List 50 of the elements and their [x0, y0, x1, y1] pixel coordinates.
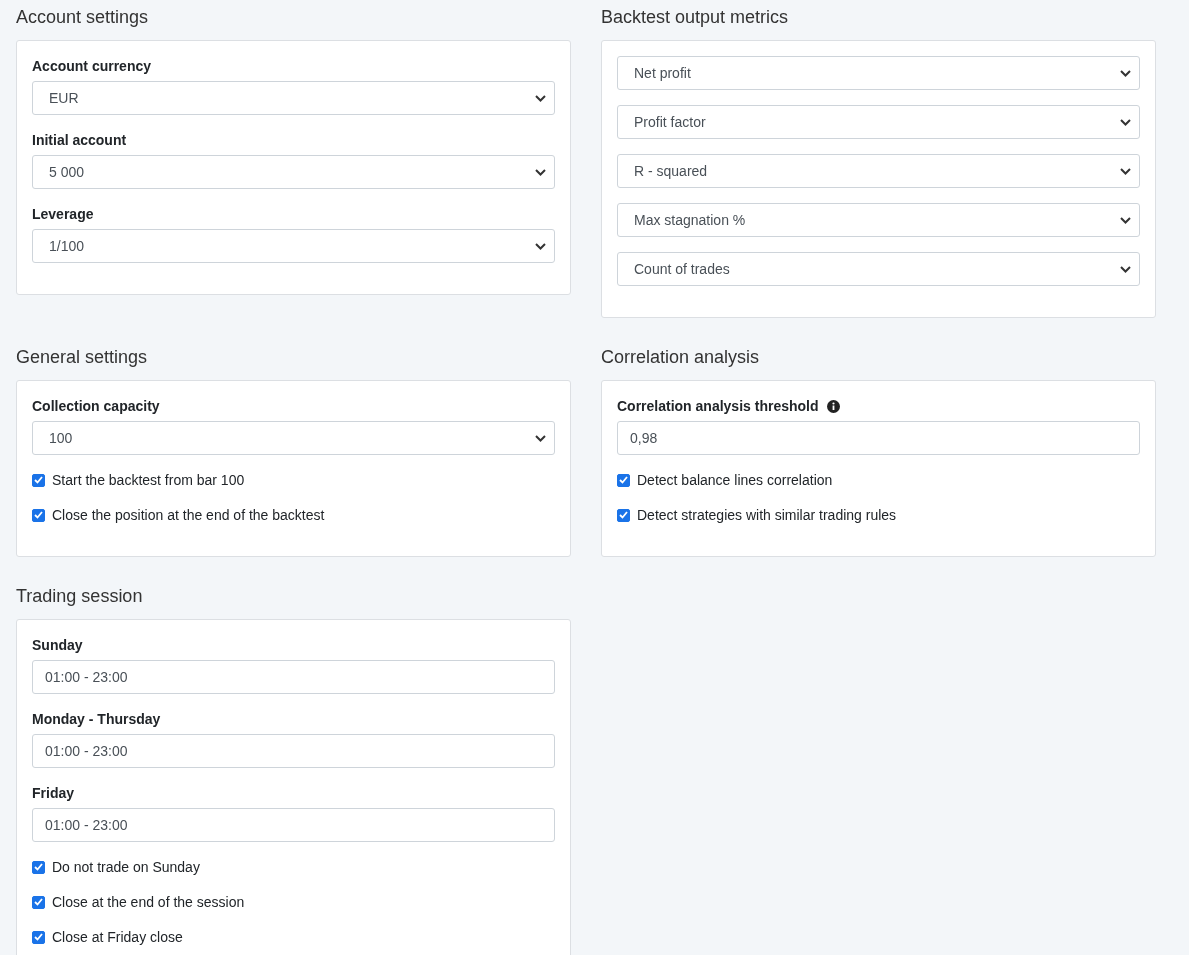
- field-label: Collection capacity: [32, 397, 160, 416]
- field-label: Initial account: [32, 131, 127, 150]
- checkbox-label: Detect balance lines correlation: [637, 472, 833, 488]
- chevron-down-icon: [1120, 216, 1131, 224]
- select-dropdown[interactable]: 1/100: [32, 229, 555, 263]
- checkbox-label: Close the position at the end of the backtest: [52, 507, 325, 523]
- chevron-down-icon: [535, 434, 546, 442]
- select-dropdown[interactable]: Net profit: [617, 56, 1140, 90]
- text-input[interactable]: 01:00 - 23:00: [32, 734, 555, 768]
- select-dropdown[interactable]: EUR: [32, 81, 555, 115]
- select-dropdown[interactable]: R - squared: [617, 154, 1140, 188]
- field-label: Leverage: [32, 205, 94, 224]
- checkbox[interactable]: [32, 930, 45, 944]
- select-dropdown[interactable]: 5 000: [32, 155, 555, 189]
- chevron-down-icon: [1120, 69, 1131, 77]
- field-label: Friday: [32, 784, 74, 803]
- checkbox[interactable]: [617, 508, 630, 522]
- chevron-down-icon: [1120, 265, 1131, 273]
- checkbox-label: Close at the end of the session: [52, 894, 245, 910]
- checkbox-label: Do not trade on Sunday: [52, 859, 200, 875]
- field-label: Monday - Thursday: [32, 710, 161, 729]
- section-title: Backtest output metrics: [601, 6, 790, 28]
- field-label: Correlation analysis threshold: [617, 397, 819, 416]
- text-input[interactable]: 01:00 - 23:00: [32, 660, 555, 694]
- select-dropdown[interactable]: Count of trades: [617, 252, 1140, 286]
- checkbox[interactable]: [32, 895, 45, 909]
- field-label: Sunday: [32, 636, 83, 655]
- chevron-down-icon: [1120, 167, 1131, 175]
- checkbox[interactable]: [32, 860, 45, 874]
- info-icon[interactable]: [826, 399, 840, 413]
- checkbox[interactable]: [617, 473, 630, 487]
- chevron-down-icon: [535, 242, 546, 250]
- chevron-down-icon: [535, 168, 546, 176]
- checkbox-label: Detect strategies with similar trading rules: [637, 507, 897, 523]
- chevron-down-icon: [1120, 118, 1131, 126]
- field-label: Account currency: [32, 57, 152, 76]
- text-input[interactable]: 0,98: [617, 421, 1140, 455]
- section-title: Correlation analysis: [601, 346, 761, 368]
- section-title: Trading session: [16, 585, 144, 607]
- checkbox-label: Close at Friday close: [52, 929, 183, 945]
- checkbox-label: Start the backtest from bar 100: [52, 472, 245, 488]
- text-input[interactable]: 01:00 - 23:00: [32, 808, 555, 842]
- select-dropdown[interactable]: 100: [32, 421, 555, 455]
- chevron-down-icon: [535, 94, 546, 102]
- section-title: Account settings: [16, 6, 150, 28]
- select-dropdown[interactable]: Max stagnation %: [617, 203, 1140, 237]
- checkbox[interactable]: [32, 473, 45, 487]
- checkbox[interactable]: [32, 508, 45, 522]
- select-dropdown[interactable]: Profit factor: [617, 105, 1140, 139]
- section-title: General settings: [16, 346, 149, 368]
